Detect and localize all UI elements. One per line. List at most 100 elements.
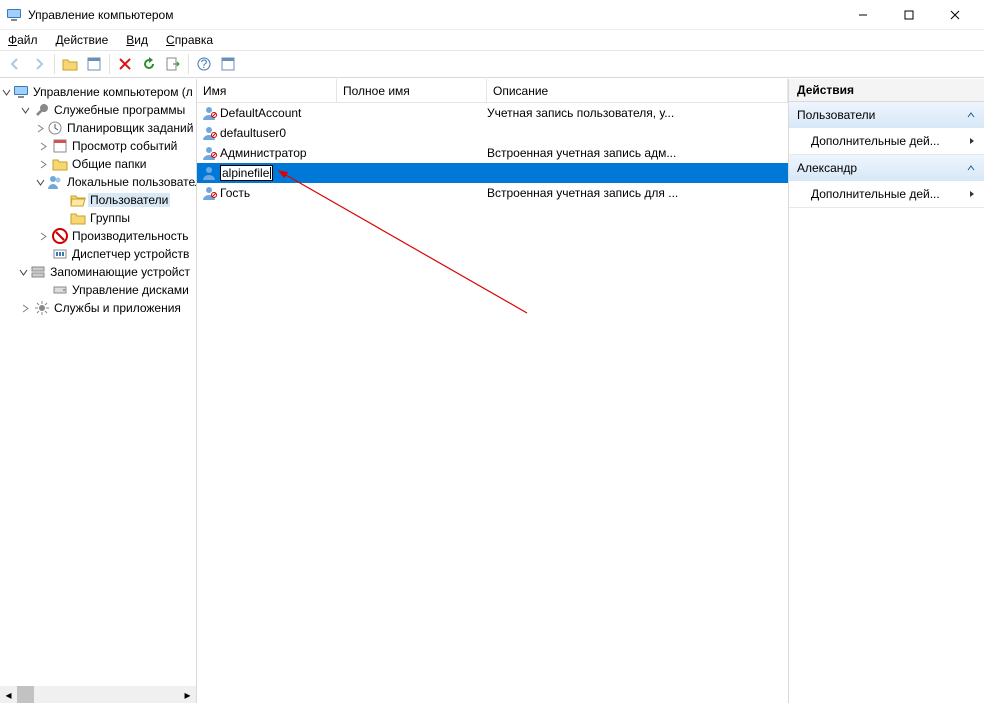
user-desc: Встроенная учетная запись адм...	[487, 146, 777, 160]
wrench-icon	[34, 102, 50, 118]
col-name[interactable]: Имя	[197, 79, 337, 102]
twisty-icon[interactable]	[18, 301, 32, 315]
toolbar-delete[interactable]	[114, 53, 136, 75]
actions-more-label: Дополнительные дей...	[811, 187, 940, 201]
tree-label: Управление дисками	[70, 283, 191, 297]
user-name: defaultuser0	[220, 126, 286, 140]
tree-groups[interactable]: Группы	[54, 209, 196, 227]
tree-perf[interactable]: Производительность	[36, 227, 196, 245]
tree-services[interactable]: Службы и приложения	[18, 299, 196, 317]
tree-users[interactable]: Пользователи	[54, 191, 196, 209]
toolbar-back[interactable]	[4, 53, 26, 75]
twisty-icon[interactable]	[36, 139, 50, 153]
caret-right-icon	[968, 190, 976, 198]
menu-help[interactable]: Справка	[164, 32, 215, 48]
toolbar-help[interactable]	[193, 53, 215, 75]
twisty-icon[interactable]	[36, 157, 50, 171]
user-name: Гость	[220, 186, 250, 200]
window-title: Управление компьютером	[28, 8, 173, 22]
toolbar-export[interactable]	[162, 53, 184, 75]
disk-icon	[52, 282, 68, 298]
caret-up-icon	[966, 110, 976, 120]
user-icon	[201, 105, 217, 121]
tree-pane: Управление компьютером (л Служебные прог…	[0, 79, 197, 703]
actions-section-users: Пользователи Дополнительные дей...	[789, 102, 984, 155]
user-desc: Учетная запись пользователя, у...	[487, 106, 777, 120]
scroll-thumb[interactable]	[17, 686, 34, 703]
tree-scheduler[interactable]: Планировщик заданий	[36, 119, 196, 137]
twisty-icon[interactable]	[36, 175, 45, 189]
close-button[interactable]	[932, 0, 978, 30]
tree-label: Пользователи	[88, 193, 170, 207]
menu-view[interactable]: Вид	[124, 32, 150, 48]
user-name: DefaultAccount	[220, 106, 301, 120]
tree-label: Просмотр событий	[70, 139, 179, 153]
folder-icon	[70, 210, 86, 226]
twisty-icon[interactable]	[36, 229, 50, 243]
tree-label: Производительность	[70, 229, 190, 243]
twisty-icon[interactable]	[18, 103, 32, 117]
list-row[interactable]: defaultuser0	[197, 123, 788, 143]
list-row[interactable]: DefaultAccount Учетная запись пользовател…	[197, 103, 788, 123]
menu-file[interactable]: Файл	[6, 32, 40, 48]
col-fullname[interactable]: Полное имя	[337, 79, 487, 102]
folder-icon	[52, 156, 68, 172]
twisty-icon[interactable]	[2, 85, 11, 99]
clock-icon	[47, 120, 63, 136]
tree-storage[interactable]: Запоминающие устройст	[18, 263, 196, 281]
storage-icon	[30, 264, 46, 280]
actions-section-head[interactable]: Пользователи	[789, 102, 984, 128]
tree-hscroll[interactable]: ◂ ▸	[0, 686, 196, 703]
device-icon	[52, 246, 68, 262]
toolbar	[0, 50, 984, 78]
actions-pane: Действия Пользователи Дополнительные дей…	[789, 79, 984, 703]
toolbar-up-folder[interactable]	[59, 53, 81, 75]
list-row[interactable]: Администратор Встроенная учетная запись а…	[197, 143, 788, 163]
twisty-icon[interactable]	[36, 121, 45, 135]
scroll-right-icon[interactable]: ▸	[179, 686, 196, 703]
col-desc[interactable]: Описание	[487, 79, 788, 102]
caret-up-icon	[966, 163, 976, 173]
actions-more-2[interactable]: Дополнительные дей...	[789, 181, 984, 207]
maximize-button[interactable]	[886, 0, 932, 30]
toolbar-forward[interactable]	[28, 53, 50, 75]
toolbar-refresh[interactable]	[138, 53, 160, 75]
actions-section-label: Пользователи	[797, 108, 875, 122]
titlebar: Управление компьютером	[0, 0, 984, 30]
tree-sharedfolders[interactable]: Общие папки	[36, 155, 196, 173]
actions-more-1[interactable]: Дополнительные дей...	[789, 128, 984, 154]
user-icon	[201, 165, 217, 181]
tree-systools[interactable]: Служебные программы	[18, 101, 196, 119]
user-icon	[201, 145, 217, 161]
tree-devmgr[interactable]: Диспетчер устройств	[36, 245, 196, 263]
tree-label: Диспетчер устройств	[70, 247, 191, 261]
user-name: Администратор	[220, 146, 307, 160]
toolbar-properties[interactable]	[83, 53, 105, 75]
perf-icon	[52, 228, 68, 244]
tree-diskmgr[interactable]: Управление дисками	[36, 281, 196, 299]
tree-label: Запоминающие устройст	[48, 265, 192, 279]
list-row[interactable]: alpinefile	[197, 163, 788, 183]
event-icon	[52, 138, 68, 154]
folder-open-icon	[70, 192, 86, 208]
list-row[interactable]: ГостьВстроенная учетная запись для ...	[197, 183, 788, 203]
tree-eventviewer[interactable]: Просмотр событий	[36, 137, 196, 155]
tree-label: Службы и приложения	[52, 301, 183, 315]
list-body[interactable]: DefaultAccount Учетная запись пользовател…	[197, 103, 788, 703]
tree-label: Служебные программы	[52, 103, 187, 117]
tree-root[interactable]: Управление компьютером (л	[2, 83, 196, 101]
menu-action[interactable]: Действие	[54, 32, 111, 48]
toolbar-extra[interactable]	[217, 53, 239, 75]
tree-localusers[interactable]: Локальные пользовател	[36, 173, 196, 191]
actions-more-label: Дополнительные дей...	[811, 134, 940, 148]
user-icon	[201, 185, 217, 201]
twisty-icon[interactable]	[18, 265, 28, 279]
actions-section-head[interactable]: Александр	[789, 155, 984, 181]
scroll-left-icon[interactable]: ◂	[0, 686, 17, 703]
rename-input[interactable]: alpinefile	[220, 165, 273, 181]
computer-icon	[13, 84, 29, 100]
minimize-button[interactable]	[840, 0, 886, 30]
app-icon	[6, 7, 22, 23]
tree-label: Группы	[88, 211, 132, 225]
gear-icon	[34, 300, 50, 316]
